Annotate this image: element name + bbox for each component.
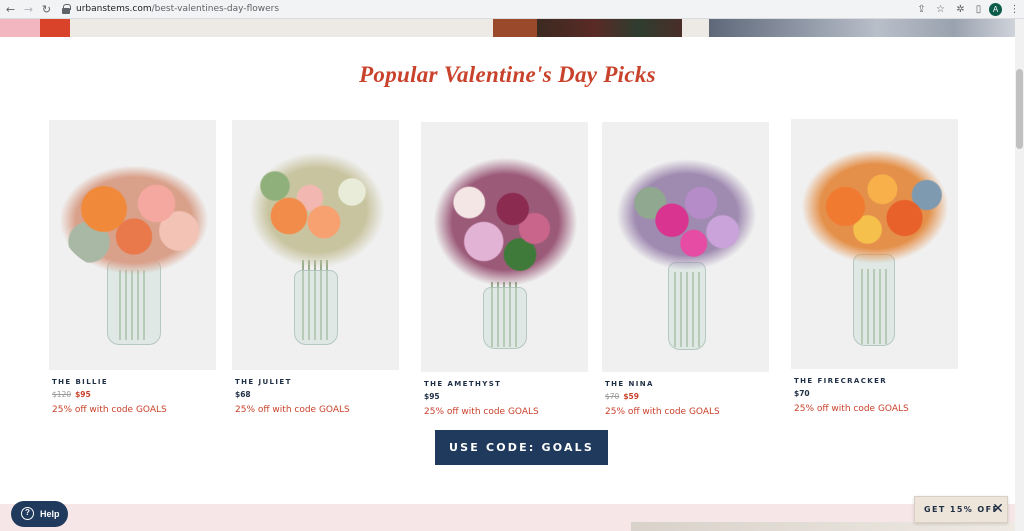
product-name[interactable]: THE JULIET <box>235 378 399 386</box>
arrow-right-icon[interactable]: → <box>22 3 35 16</box>
help-button[interactable]: ? Help <box>11 501 68 527</box>
url-path: /best-valentines-day-flowers <box>151 4 280 14</box>
promo-text: 25% off with code GOALS <box>52 405 167 415</box>
arrow-left-icon[interactable]: ← <box>4 3 17 16</box>
product-image[interactable] <box>602 122 769 372</box>
product-card-firecracker[interactable]: THE FIRECRACKER $70 25% off with code GO… <box>791 119 958 414</box>
url-domain: urbanstems.com <box>76 4 152 14</box>
share-icon[interactable]: ⇪ <box>915 3 928 16</box>
product-image[interactable] <box>49 120 216 370</box>
promo-text: 25% off with code GOALS <box>235 405 350 415</box>
section-title: Popular Valentine's Day Picks <box>359 62 656 87</box>
scrollbar-thumb[interactable] <box>1016 69 1023 149</box>
product-image[interactable] <box>232 120 399 370</box>
address-bar[interactable]: urbanstems.com/best-valentines-day-flowe… <box>76 3 279 16</box>
use-code-button[interactable]: USE CODE: GOALS <box>435 430 608 465</box>
discount-offer-tab[interactable]: GET 15% OFF ✕ <box>914 496 1008 523</box>
product-name[interactable]: THE NINA <box>605 380 769 388</box>
product-image[interactable] <box>791 119 958 369</box>
sale-price: $70 <box>794 389 810 398</box>
original-price: $70 <box>605 392 620 401</box>
sale-price: $95 <box>75 390 91 399</box>
product-card-juliet[interactable]: THE JULIET $68 25% off with code GOALS <box>232 120 399 415</box>
next-section-banner <box>0 504 1015 531</box>
product-price: $68 <box>235 390 399 399</box>
product-card-amethyst[interactable]: THE AMETHYST $95 25% off with code GOALS <box>421 122 588 417</box>
product-card-nina[interactable]: THE NINA $70 $59 25% off with code GOALS <box>602 122 769 417</box>
product-name[interactable]: THE AMETHYST <box>424 380 588 388</box>
sale-price: $95 <box>424 392 440 401</box>
offer-label[interactable]: GET 15% OFF <box>924 505 999 514</box>
product-price: $70 $59 <box>605 392 769 401</box>
product-price: $95 <box>424 392 588 401</box>
promo-text: 25% off with code GOALS <box>794 404 909 414</box>
product-name[interactable]: THE BILLIE <box>52 378 216 386</box>
promo-text: 25% off with code GOALS <box>424 407 539 417</box>
avatar[interactable]: A <box>989 3 1002 16</box>
close-icon[interactable]: ✕ <box>991 502 1005 516</box>
browser-toolbar: ← → ↻ urbanstems.com/best-valentines-day… <box>0 0 1024 19</box>
question-circle-icon: ? <box>21 507 34 520</box>
page-scrollbar[interactable] <box>1015 19 1024 531</box>
side-panel-icon[interactable]: ▯ <box>972 3 985 16</box>
help-label: Help <box>40 509 60 519</box>
puzzle-icon[interactable]: ✲ <box>954 3 967 16</box>
lock-icon[interactable] <box>62 4 71 14</box>
original-price: $120 <box>52 390 72 399</box>
reload-icon[interactable]: ↻ <box>40 3 53 16</box>
promo-text: 25% off with code GOALS <box>605 407 720 417</box>
hero-banner-image <box>0 19 1015 37</box>
product-price: $120 $95 <box>52 390 216 399</box>
product-price: $70 <box>794 389 958 398</box>
star-icon[interactable]: ☆ <box>934 3 947 16</box>
sale-price: $68 <box>235 390 251 399</box>
product-image[interactable] <box>421 122 588 372</box>
product-card-billie[interactable]: THE BILLIE $120 $95 25% off with code GOA… <box>49 120 216 415</box>
more-vertical-icon[interactable]: ⋮ <box>1008 3 1021 16</box>
sale-price: $59 <box>623 392 639 401</box>
product-name[interactable]: THE FIRECRACKER <box>794 377 958 385</box>
